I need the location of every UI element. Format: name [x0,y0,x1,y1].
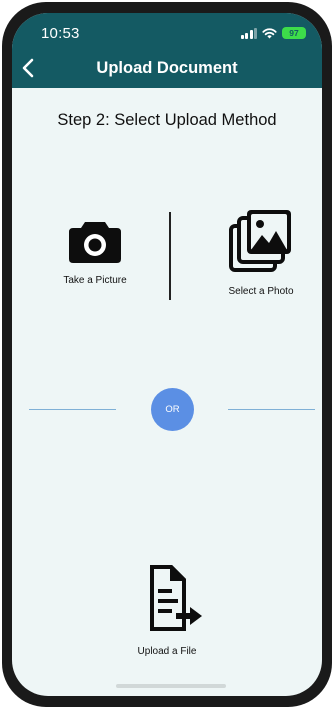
camera-icon [69,222,121,263]
status-time: 10:53 [41,25,80,42]
select-photo-label: Select a Photo [228,286,294,297]
select-photo-button[interactable]: Select a Photo [206,209,316,297]
or-label: OR [165,404,180,415]
upload-file-label: Upload a File [137,646,197,657]
upload-file-button[interactable]: Upload a File [112,561,222,657]
vertical-divider [169,212,171,300]
signal-icon [240,27,257,39]
app-header: 10:53 97 Upload Document [12,13,322,88]
file-upload-icon [150,565,202,631]
or-divider-line-right [228,409,315,410]
or-badge: OR [151,388,194,431]
take-picture-label: Take a Picture [63,275,127,286]
battery-level: 97 [289,28,299,38]
status-icons: 97 [240,27,306,39]
take-picture-button[interactable]: Take a Picture [40,218,150,286]
phone-frame: 10:53 97 Upload Document Step 2: Select … [2,2,332,707]
home-indicator [116,684,226,688]
photo-stack-icon [229,210,291,272]
page-title: Upload Document [96,59,238,77]
app-screen: 10:53 97 Upload Document Step 2: Select … [12,13,322,696]
or-divider-line-left [29,409,116,410]
battery-icon: 97 [282,27,306,39]
wifi-icon [262,27,277,38]
step-title: Step 2: Select Upload Method [57,111,277,129]
